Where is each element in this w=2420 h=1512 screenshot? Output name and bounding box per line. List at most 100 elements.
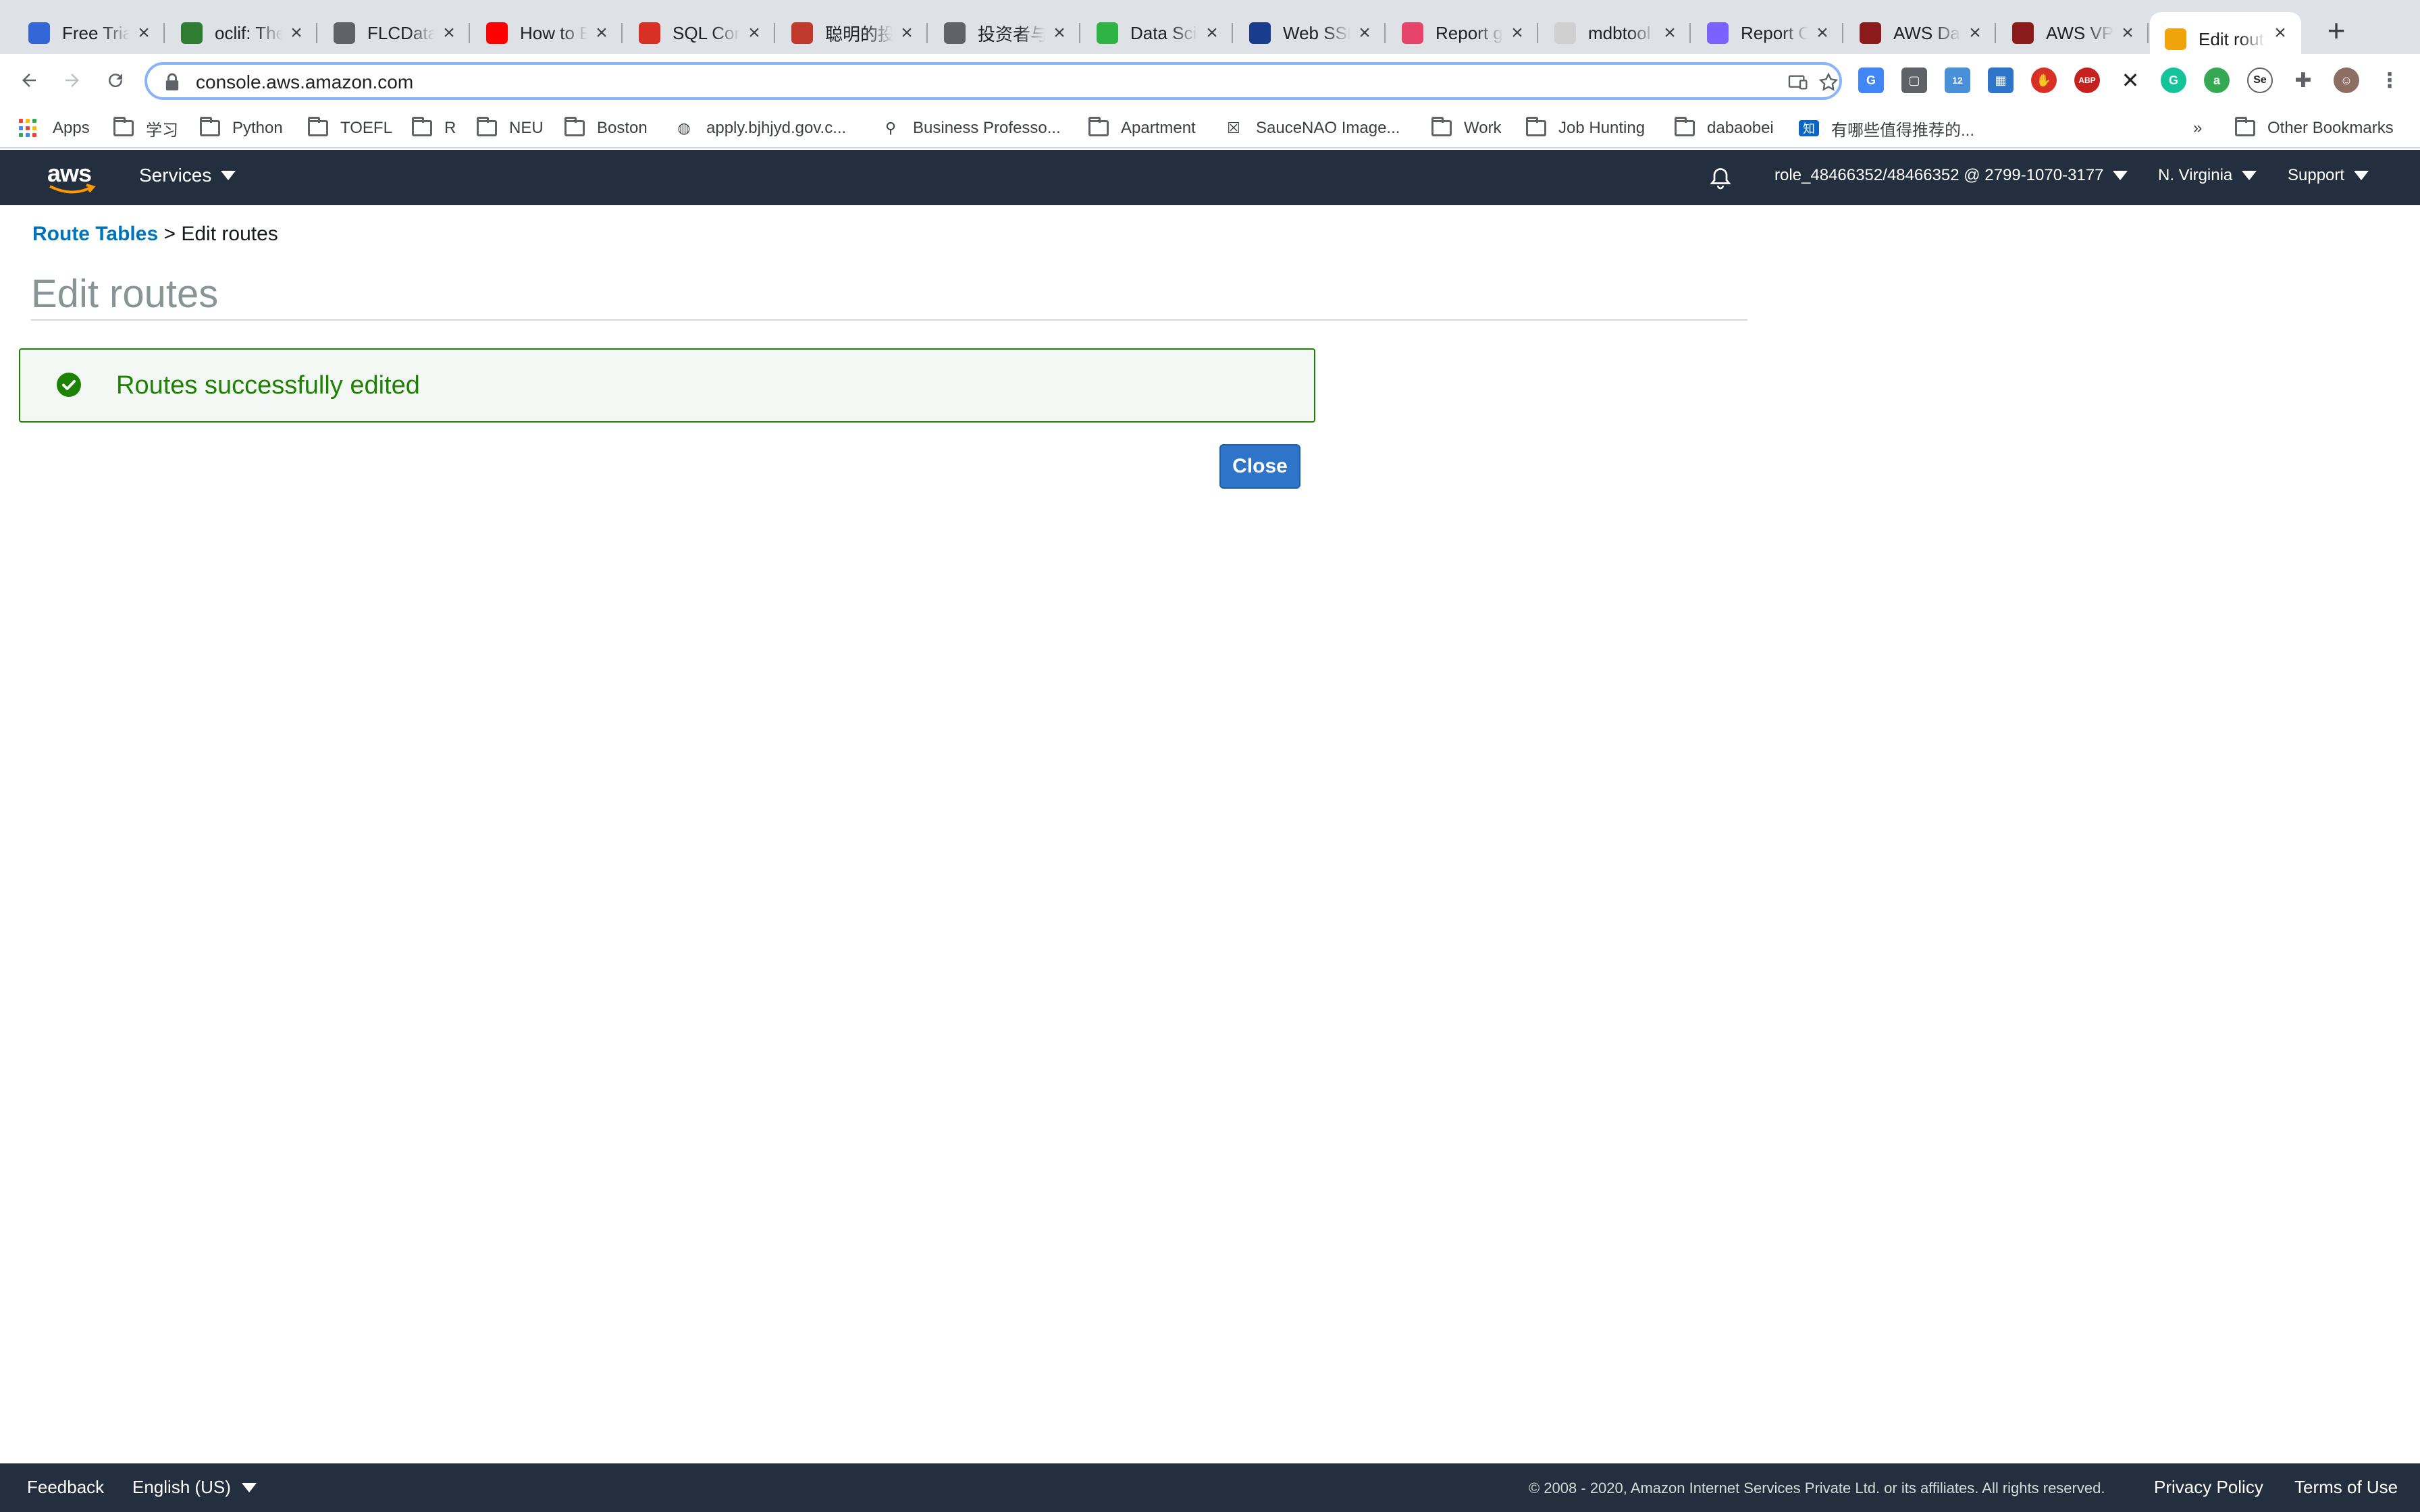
browser-tab[interactable]: Report g × <box>1387 12 1538 54</box>
bookmark-item[interactable]: TOEFL <box>308 115 392 142</box>
new-tab-button[interactable]: + <box>2320 15 2352 47</box>
tab-separator <box>1384 23 1386 43</box>
tab-close-icon[interactable]: × <box>1048 22 1071 45</box>
notes-extension-icon[interactable]: ▦ <box>1988 68 2014 93</box>
grammarly-extension-icon[interactable]: G <box>2161 68 2186 93</box>
badge-extension-icon[interactable]: a <box>2204 68 2230 93</box>
tab-close-icon[interactable]: × <box>743 22 766 45</box>
tab-close-icon[interactable]: × <box>132 22 155 45</box>
tab-title: AWS Dat <box>1893 22 1961 43</box>
url-text: console.aws.amazon.com <box>196 72 414 92</box>
tab-separator <box>469 23 470 43</box>
bookmark-item[interactable]: Apps <box>19 115 90 142</box>
browser-menu-icon[interactable]: ⋮ <box>2377 68 2402 93</box>
tab-close-icon[interactable]: × <box>2269 22 2292 45</box>
adblock-extension-icon[interactable]: ABP <box>2074 68 2100 93</box>
tab-close-icon[interactable]: × <box>1658 22 1681 45</box>
region-menu[interactable]: N. Virginia <box>2158 166 2257 185</box>
tab-separator <box>926 23 928 43</box>
tab-title: Free Trial <box>62 22 130 43</box>
bookmark-label: Apartment <box>1121 119 1196 137</box>
hand-extension-icon[interactable]: ✋ <box>2031 68 2057 93</box>
browser-tab[interactable]: Report C × <box>1692 12 1843 54</box>
bookmark-label: Apps <box>53 119 90 137</box>
browser-tab[interactable]: Web SSF × <box>1234 12 1386 54</box>
extension-square-icon[interactable]: ▢ <box>1901 68 1927 93</box>
bookmark-item[interactable]: Work <box>1431 115 1502 142</box>
tab-close-icon[interactable]: × <box>895 22 918 45</box>
address-bar[interactable]: console.aws.amazon.com <box>144 62 1842 100</box>
profile-avatar-icon[interactable]: ☺ <box>2334 68 2359 93</box>
folder-icon <box>564 117 585 136</box>
cast-icon[interactable] <box>1787 72 1808 93</box>
bookmark-item[interactable]: ⚲ Business Professo... <box>880 115 1061 142</box>
bookmark-item[interactable]: Python <box>200 115 283 142</box>
browser-tab[interactable]: FLCData × <box>319 12 470 54</box>
privacy-policy-link[interactable]: Privacy Policy <box>2154 1477 2263 1498</box>
browser-tab[interactable]: AWS Dat × <box>1845 12 1996 54</box>
browser-tab[interactable]: oclif: The × <box>166 12 317 54</box>
tab-close-icon[interactable]: × <box>285 22 308 45</box>
browser-tab[interactable]: 聪明的投 × <box>777 12 928 54</box>
close-button[interactable]: Close <box>1219 444 1300 489</box>
bookmark-item[interactable]: R <box>412 115 456 142</box>
folder-icon <box>1526 117 1546 136</box>
bookmark-item[interactable]: NEU <box>477 115 544 142</box>
bookmark-item[interactable]: 学习 <box>113 115 178 142</box>
breadcrumb-route-tables-link[interactable]: Route Tables <box>32 223 158 245</box>
se-extension-icon[interactable]: Se <box>2247 68 2273 93</box>
tab-separator <box>1232 23 1233 43</box>
terms-of-use-link[interactable]: Terms of Use <box>2294 1477 2398 1498</box>
bookmark-item[interactable]: Boston <box>564 115 648 142</box>
breadcrumb: Route Tables > Edit routes <box>32 223 278 246</box>
reload-button[interactable] <box>99 63 132 97</box>
browser-tab[interactable]: 投资者与 × <box>929 12 1080 54</box>
support-menu[interactable]: Support <box>2288 166 2369 185</box>
notification-bell-icon[interactable] <box>1708 166 1733 190</box>
bookmark-item[interactable]: dabaobei <box>1675 115 1774 142</box>
browser-tab[interactable]: How to E × <box>471 12 623 54</box>
bookmark-item[interactable]: 知有哪些值得推荐的... <box>1799 115 1974 142</box>
success-message: Routes successfully edited <box>116 371 420 400</box>
star-icon[interactable] <box>1818 72 1839 93</box>
oclif-icon <box>181 22 203 44</box>
aws-logo[interactable]: aws <box>47 159 96 194</box>
tab-close-icon[interactable]: × <box>1811 22 1834 45</box>
forward-button[interactable] <box>55 63 89 97</box>
calendar-extension-icon[interactable]: 12 <box>1945 68 1970 93</box>
feedback-link[interactable]: Feedback <box>27 1477 104 1498</box>
tab-title: Edit rout <box>2199 28 2264 49</box>
bookmark-label: 学习 <box>146 121 178 140</box>
browser-tab[interactable]: Data Sci × <box>1082 12 1233 54</box>
services-menu[interactable]: Services <box>139 165 236 186</box>
language-selector[interactable]: English (US) <box>132 1477 257 1498</box>
browser-tab[interactable]: mdbtool × <box>1540 12 1691 54</box>
tab-close-icon[interactable]: × <box>438 22 461 45</box>
x-extension-icon[interactable]: ✕ <box>2118 68 2143 93</box>
bookmark-label: Job Hunting <box>1558 119 1646 137</box>
bookmark-item[interactable]: ◍ apply.bjhjyd.gov.c... <box>674 115 846 142</box>
bookmark-item[interactable]: Apartment <box>1088 115 1196 142</box>
breadcrumb-current: Edit routes <box>181 223 278 245</box>
back-button[interactable] <box>12 63 46 97</box>
bookmark-item[interactable]: Job Hunting <box>1526 115 1645 142</box>
tab-close-icon[interactable]: × <box>1353 22 1376 45</box>
tab-title: SQL Con <box>673 22 740 43</box>
bookmarks-overflow-button[interactable]: » <box>2193 115 2202 142</box>
tab-close-icon[interactable]: × <box>2116 22 2139 45</box>
bookmark-item[interactable]: ☒ SauceNAO Image... <box>1224 115 1400 142</box>
support-label: Support <box>2288 166 2345 184</box>
browser-tab[interactable]: SQL Con × <box>624 12 775 54</box>
tab-title: 聪明的投 <box>825 24 893 45</box>
tab-close-icon[interactable]: × <box>1964 22 1987 45</box>
tab-close-icon[interactable]: × <box>1201 22 1224 45</box>
browser-tab[interactable]: AWS VP × <box>1997 12 2149 54</box>
browser-tab[interactable]: Free Trial × <box>14 12 165 54</box>
other-bookmarks[interactable]: Other Bookmarks <box>2235 115 2394 142</box>
tab-close-icon[interactable]: × <box>590 22 613 45</box>
account-menu[interactable]: role_48466352/48466352 @ 2799-1070-3177 <box>1774 166 2128 185</box>
tab-close-icon[interactable]: × <box>1506 22 1529 45</box>
translate-extension-icon[interactable]: G <box>1858 68 1884 93</box>
tab-title: How to E <box>520 22 587 43</box>
puzzle-extensions-icon[interactable]: ✚ <box>2290 68 2316 93</box>
